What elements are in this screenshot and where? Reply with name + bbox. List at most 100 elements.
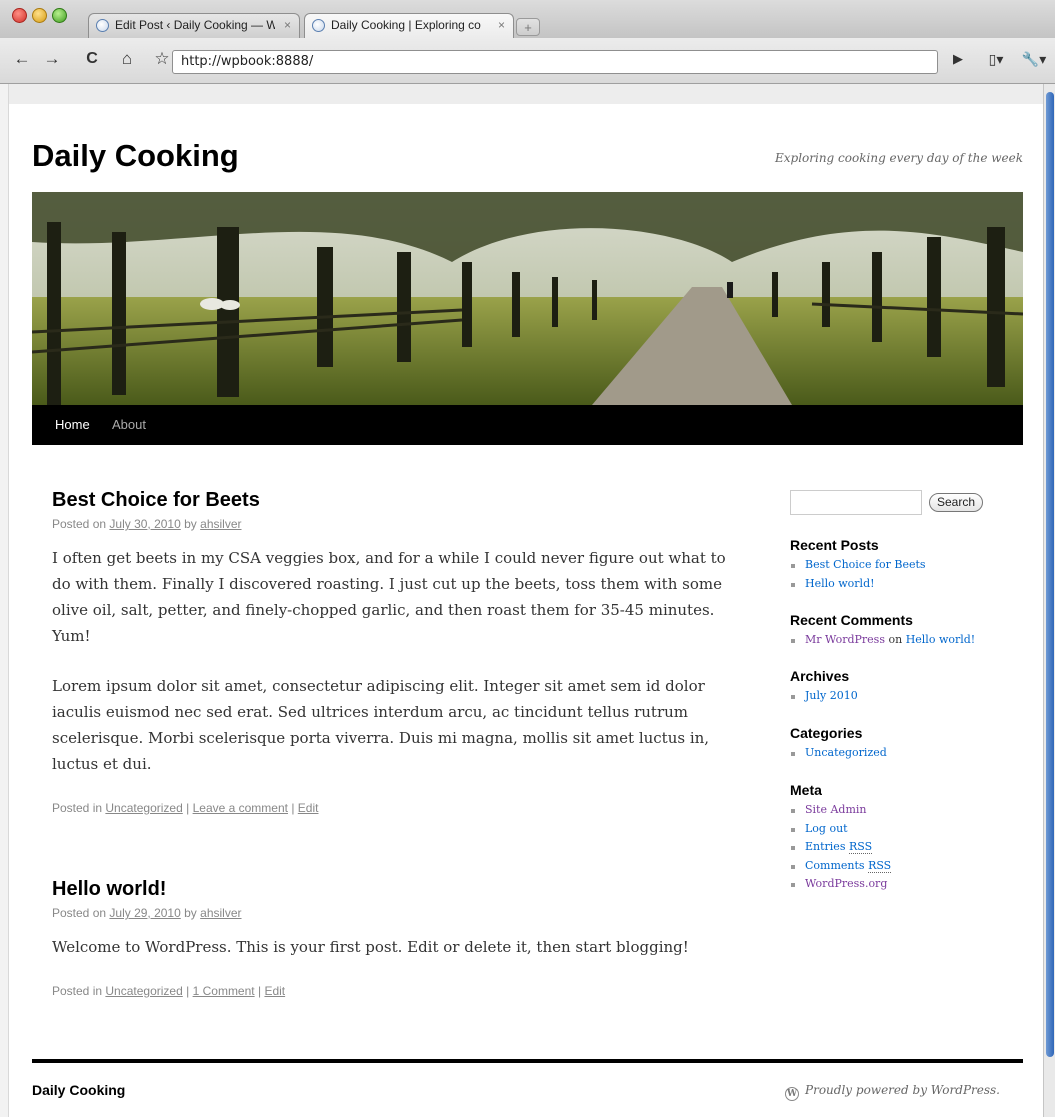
- search-input[interactable]: [790, 490, 922, 515]
- post-title[interactable]: Best Choice for Beets: [52, 489, 732, 512]
- comment-author-link[interactable]: Mr WordPress: [805, 633, 885, 646]
- comments-link[interactable]: Leave a comment: [193, 801, 288, 815]
- widget-heading: Recent Comments: [790, 612, 913, 628]
- widget-categories: Categories Uncategorized: [790, 725, 1020, 763]
- list-item: Uncategorized: [790, 744, 1020, 763]
- post-paragraph: I often get beets in my CSA veggies box,…: [52, 549, 726, 645]
- list-item: Log out: [790, 820, 1020, 839]
- tab-title: Daily Cooking | Exploring co: [331, 18, 481, 32]
- footer-site-title[interactable]: Daily Cooking: [32, 1082, 125, 1098]
- page-top-band: [9, 84, 1043, 104]
- entries-label: Entries: [805, 840, 846, 853]
- posted-on-label: Posted on: [52, 906, 107, 920]
- list-item: Entries RSS: [790, 838, 1020, 857]
- edit-link[interactable]: Edit: [264, 984, 285, 998]
- edit-link[interactable]: Edit: [298, 801, 319, 815]
- bookmark-star-icon[interactable]: ☆: [152, 47, 172, 71]
- widget-heading: Categories: [790, 725, 863, 741]
- post-date-link[interactable]: July 29, 2010: [109, 906, 180, 920]
- list-item: Best Choice for Beets: [790, 556, 1020, 575]
- separator: |: [291, 801, 295, 815]
- site-admin-link[interactable]: Site Admin: [805, 803, 867, 816]
- post-paragraph: Lorem ipsum dolor sit amet, consectetur …: [52, 677, 710, 773]
- list-item: July 2010: [790, 687, 1020, 706]
- rss-abbr: RSS: [848, 840, 873, 854]
- minimize-window-button[interactable]: [32, 8, 47, 23]
- comments-rss-link[interactable]: Comments RSS: [805, 858, 892, 873]
- zoom-window-button[interactable]: [52, 8, 67, 23]
- widget-heading: Archives: [790, 668, 850, 684]
- post-meta: Posted on July 29, 2010 by ahsilver: [52, 906, 732, 920]
- header-image: [32, 192, 1023, 405]
- post-hello-world: Hello world! Posted on July 29, 2010 by …: [52, 878, 732, 998]
- comment-post-link[interactable]: Hello world!: [906, 633, 976, 646]
- post-paragraph: Welcome to WordPress. This is your first…: [52, 938, 689, 956]
- tab-close-icon[interactable]: ×: [498, 14, 505, 37]
- widget-heading: Recent Posts: [790, 537, 879, 553]
- post-date-link[interactable]: July 30, 2010: [109, 517, 180, 531]
- posted-in-label: Posted in: [52, 801, 103, 815]
- home-icon[interactable]: ⌂: [117, 47, 137, 71]
- wordpress-org-link[interactable]: WordPress.org: [805, 877, 887, 890]
- nav-item-about[interactable]: About: [112, 405, 146, 445]
- category-link[interactable]: Uncategorized: [105, 984, 182, 998]
- page-menu-icon[interactable]: ▯▾: [982, 47, 1010, 71]
- footer-powered-by[interactable]: W Proudly powered by WordPress.: [785, 1083, 1000, 1101]
- browser-toolbar: ← → C ⌂ ☆ http://wpbook:8888/ ▶ ▯▾ 🔧▾: [0, 38, 1055, 84]
- post-content: Welcome to WordPress. This is your first…: [52, 934, 732, 960]
- post-content: I often get beets in my CSA veggies box,…: [52, 545, 732, 777]
- close-window-button[interactable]: [12, 8, 27, 23]
- window-left-border: [0, 84, 9, 1117]
- scrollbar-thumb[interactable]: [1046, 92, 1054, 1057]
- nav-item-home[interactable]: Home: [55, 405, 90, 445]
- back-arrow-icon[interactable]: ←: [12, 47, 32, 71]
- page-viewport: Daily Cooking Exploring cooking every da…: [9, 84, 1043, 1117]
- post-footer: Posted in Uncategorized | 1 Comment | Ed…: [52, 984, 732, 998]
- vertical-scrollbar[interactable]: [1043, 84, 1055, 1117]
- tab-close-icon[interactable]: ×: [284, 14, 291, 37]
- list-item: Hello world!: [790, 575, 1020, 594]
- category-link[interactable]: Uncategorized: [105, 801, 182, 815]
- site-description: Exploring cooking every day of the week: [774, 151, 1023, 165]
- by-label: by: [184, 906, 197, 920]
- go-arrow-icon[interactable]: ▶: [948, 47, 968, 71]
- search-button[interactable]: Search: [929, 493, 984, 512]
- globe-icon: [96, 19, 109, 32]
- address-bar[interactable]: http://wpbook:8888/: [172, 50, 938, 74]
- author-link[interactable]: ahsilver: [200, 517, 241, 531]
- list-item: WordPress.org: [790, 875, 1020, 894]
- reload-icon[interactable]: C: [82, 47, 102, 71]
- log-out-link[interactable]: Log out: [805, 822, 848, 835]
- tab-daily-cooking[interactable]: Daily Cooking | Exploring co ×: [304, 13, 514, 38]
- wordpress-logo-icon: W: [785, 1087, 800, 1101]
- post-footer: Posted in Uncategorized | Leave a commen…: [52, 801, 732, 815]
- post-title[interactable]: Hello world!: [52, 878, 732, 901]
- author-link[interactable]: ahsilver: [200, 906, 241, 920]
- widget-meta: Meta Site Admin Log out Entries RSS Comm…: [790, 782, 1020, 894]
- entries-rss-link[interactable]: Entries RSS: [805, 840, 873, 854]
- widget-recent-comments: Recent Comments Mr WordPress on Hello wo…: [790, 612, 1020, 650]
- list-item: Mr WordPress on Hello world!: [790, 631, 1020, 650]
- wrench-menu-icon[interactable]: 🔧▾: [1018, 47, 1050, 71]
- browser-tab-bar: Edit Post ‹ Daily Cooking — W × Daily Co…: [0, 0, 1055, 38]
- on-label: on: [888, 633, 903, 646]
- new-tab-button[interactable]: +: [516, 18, 540, 36]
- list-item: Site Admin: [790, 801, 1020, 820]
- comments-label: Comments: [805, 858, 865, 872]
- tab-edit-post[interactable]: Edit Post ‹ Daily Cooking — W ×: [88, 13, 300, 38]
- powered-by-text: Proudly powered by WordPress.: [805, 1083, 1000, 1097]
- recent-post-link[interactable]: Hello world!: [805, 577, 875, 590]
- posted-on-label: Posted on: [52, 517, 107, 531]
- separator: |: [186, 801, 190, 815]
- list-item: Comments RSS: [790, 857, 1020, 876]
- comments-link[interactable]: 1 Comment: [193, 984, 255, 998]
- main-navigation: Home About: [32, 405, 1023, 445]
- site-title[interactable]: Daily Cooking: [32, 138, 239, 174]
- archive-link[interactable]: July 2010: [805, 689, 858, 702]
- recent-post-link[interactable]: Best Choice for Beets: [805, 558, 926, 571]
- by-label: by: [184, 517, 197, 531]
- post-best-choice-for-beets: Best Choice for Beets Posted on July 30,…: [52, 489, 732, 815]
- category-link[interactable]: Uncategorized: [805, 746, 887, 759]
- widget-recent-posts: Recent Posts Best Choice for Beets Hello…: [790, 537, 1020, 593]
- forward-arrow-icon[interactable]: →: [42, 47, 62, 71]
